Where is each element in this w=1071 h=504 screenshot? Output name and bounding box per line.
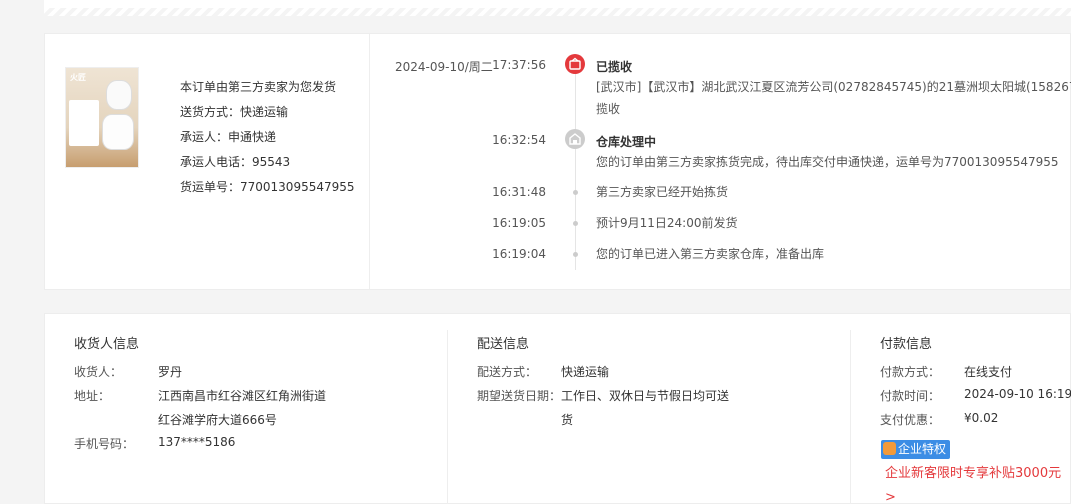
payment-time: 2024-09-10 16:19:04: [964, 387, 1071, 401]
package-icon: [565, 54, 585, 74]
delivery-method-label: 配送方式：: [477, 365, 538, 379]
label-roll-graphic: [106, 80, 132, 110]
receiver-name-label: 收货人：: [74, 365, 123, 379]
delivery-date: 工作日、双休日与节假日均可送: [561, 389, 730, 403]
tracking-timeline: 2024-09-10/周二 17:37:56 已揽收 [武汉市]【武汉市】湖北武…: [370, 34, 1071, 289]
timeline-dot: [573, 252, 578, 257]
delivery-date: 货: [561, 413, 574, 427]
delivery-date-label: 期望送货日期：: [477, 389, 562, 403]
promo-tag-graphic: [69, 100, 99, 146]
enterprise-badge-label: 企业特权: [898, 442, 947, 456]
payment-time-label: 付款时间：: [880, 389, 941, 403]
event-text: 您的订单由第三方卖家拣货完成，待出库交付申通快递，运单号为77001309554…: [596, 155, 1059, 169]
event-text: 您的订单已进入第三方卖家仓库，准备出库: [596, 247, 825, 261]
phone-number: 137****5186: [158, 435, 236, 449]
payment-method-label: 付款方式：: [880, 365, 941, 379]
divider: [447, 330, 448, 504]
address-line: 红谷滩学府大道666号: [158, 413, 277, 427]
event-time: 16:19:05: [492, 216, 546, 230]
phone-label: 手机号码：: [74, 437, 135, 451]
event-time: 16:31:48: [492, 185, 546, 199]
event-text: 揽收: [596, 102, 621, 116]
payment-discount: ¥0.02: [964, 411, 999, 425]
zigzag-divider: [44, 8, 1071, 16]
chevron-right-icon: >: [885, 490, 896, 504]
payment-method: 在线支付: [964, 365, 1013, 379]
event-time: 16:19:04: [492, 247, 546, 261]
carrier: 承运人：申通快递: [180, 130, 277, 144]
shipment-panel: 火匠 本订单由第三方卖家为您发货 送货方式：快递运输 承运人：申通快递 承运人电…: [44, 33, 1071, 290]
product-brand-mark: 火匠: [70, 73, 86, 82]
event-text: 第三方卖家已经开始拣货: [596, 185, 729, 199]
delivery-title: 配送信息: [477, 337, 530, 352]
receiver-name: 罗丹: [158, 365, 183, 379]
event-title: 仓库处理中: [596, 135, 657, 149]
event-title: 已揽收: [596, 60, 633, 74]
promo-text: 企业新客限时专享补贴3000元: [885, 466, 1062, 481]
bag-icon: [883, 442, 896, 455]
label-roll-graphic: [102, 114, 134, 150]
event-text: [武汉市]【武汉市】湖北武汉江夏区流芳公司(02782845745)的21墓洲坝…: [596, 80, 1071, 94]
event-time: 16:32:54: [492, 133, 546, 147]
tracking-number: 货运单号：770013095547955: [180, 180, 355, 194]
timeline-dot: [573, 190, 578, 195]
enterprise-promo-link[interactable]: 企业新客限时专享补贴3000元 >: [885, 462, 1061, 504]
shipping-info: 本订单由第三方卖家为您发货 送货方式：快递运输 承运人：申通快递 承运人电话：9…: [180, 75, 355, 200]
address-label: 地址：: [74, 389, 111, 403]
enterprise-badge[interactable]: 企业特权: [881, 440, 951, 459]
payment-title: 付款信息: [880, 337, 933, 352]
carrier-phone: 承运人电话：95543: [180, 155, 291, 169]
order-info-panel: 收货人信息 收货人： 罗丹 地址： 江西南昌市红谷滩区红角洲街道 红谷滩学府大道…: [44, 313, 1071, 504]
seller-note: 本订单由第三方卖家为您发货: [180, 80, 337, 94]
timeline-dot: [573, 221, 578, 226]
event-text: 预计9月11日24:00前发货: [596, 216, 738, 230]
payment-discount-label: 支付优惠：: [880, 413, 941, 427]
product-thumbnail[interactable]: 火匠: [65, 67, 139, 168]
delivery-method: 快递运输: [561, 365, 610, 379]
divider: [850, 330, 851, 504]
ship-method: 送货方式：快递运输: [180, 105, 289, 119]
receiver-title: 收货人信息: [74, 337, 140, 352]
address-line: 江西南昌市红谷滩区红角洲街道: [158, 389, 327, 403]
warehouse-icon: [565, 129, 585, 149]
event-time: 17:37:56: [492, 58, 546, 72]
timeline-line: [575, 72, 576, 270]
timeline-date: 2024-09-10/周二: [395, 60, 493, 74]
